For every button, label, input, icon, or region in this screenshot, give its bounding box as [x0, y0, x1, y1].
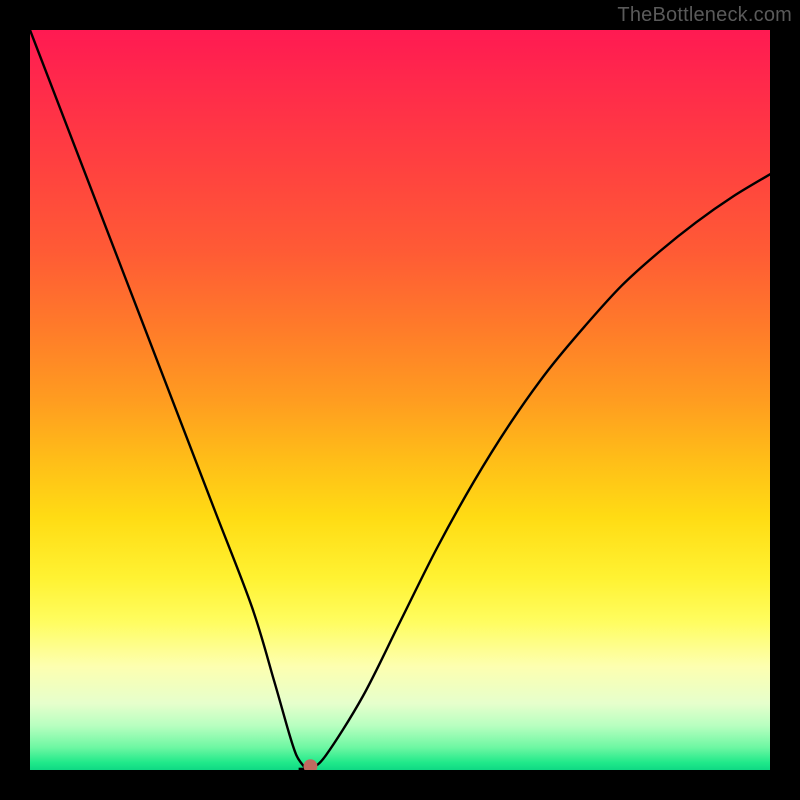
marker-dot [303, 759, 317, 770]
plot-area [30, 30, 770, 770]
chart-svg [30, 30, 770, 770]
chart-frame: TheBottleneck.com [0, 0, 800, 800]
attribution-text: TheBottleneck.com [617, 4, 792, 27]
bottleneck-curve [30, 30, 770, 770]
